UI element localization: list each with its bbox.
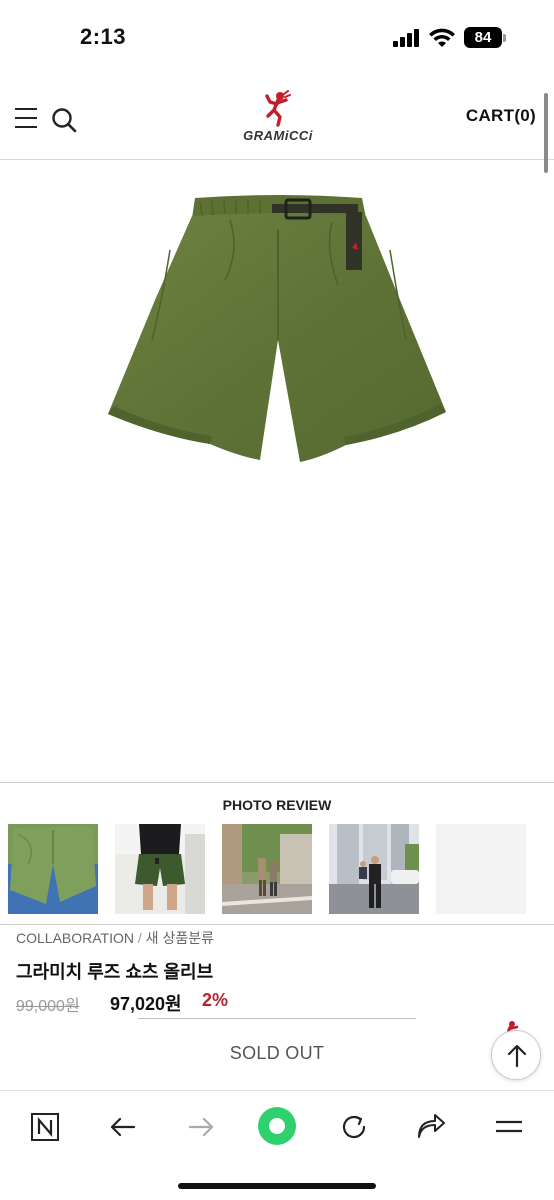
sold-out-status[interactable]: SOLD OUT	[0, 1043, 554, 1064]
original-price: 99,000원	[16, 998, 80, 1015]
scrollbar[interactable]	[544, 93, 548, 173]
product-title: 그라미치 루즈 쇼츠 올리브	[16, 962, 214, 982]
signal-icon	[393, 29, 423, 47]
share-icon[interactable]	[413, 1109, 449, 1145]
forward-arrow-icon[interactable]	[183, 1109, 219, 1145]
logo-wordmark: GRAMiCCi	[243, 128, 313, 143]
person-wearing-shorts-photo[interactable]	[115, 824, 205, 914]
price-row: 99,000원 97,020원 2%	[16, 990, 536, 1015]
shorts-flatlay-photo[interactable]	[8, 824, 98, 914]
street-people-photo[interactable]	[222, 824, 312, 914]
status-bar: 2:13 84	[0, 0, 554, 76]
battery-tip	[503, 34, 506, 42]
status-time: 2:13	[80, 24, 127, 49]
menu-icon[interactable]	[491, 1109, 527, 1145]
arrow-up-icon	[507, 1044, 527, 1068]
home-indicator[interactable]	[178, 1183, 376, 1189]
green-home-icon[interactable]	[256, 1105, 298, 1147]
scroll-to-top-button[interactable]	[491, 1030, 541, 1080]
gramicci-logo[interactable]: GRAMiCCi	[240, 90, 316, 146]
wifi-icon	[429, 28, 455, 47]
cart-count: (0)	[514, 106, 536, 125]
blank-photo[interactable]	[436, 824, 526, 914]
photo-review-title: PHOTO REVIEW	[222, 797, 332, 813]
back-arrow-icon[interactable]	[105, 1109, 141, 1145]
discount-rate: 2%	[202, 990, 229, 1010]
breadcrumb-category[interactable]: COLLABORATION	[16, 930, 134, 946]
breadcrumb-separator: /	[137, 930, 142, 946]
naver-n-icon[interactable]	[27, 1109, 63, 1145]
refresh-icon[interactable]	[336, 1109, 372, 1145]
cart-label: CART	[465, 106, 515, 125]
olive-shorts-image	[108, 195, 446, 462]
hamburger-menu-icon[interactable]	[15, 108, 37, 128]
sale-price: 97,020원	[110, 994, 182, 1014]
site-header: GRAMiCCi CART(0)	[0, 76, 554, 160]
apartment-street-photo[interactable]	[329, 824, 419, 914]
cart-link[interactable]: CART(0)	[466, 106, 536, 126]
breadcrumb-subcategory[interactable]: 새 상품분류	[146, 930, 214, 946]
battery-icon: 84	[464, 27, 502, 48]
photo-review-section: PHOTO REVIEW	[0, 782, 554, 925]
breadcrumb: COLLABORATION / 새 상품분류	[16, 928, 214, 948]
search-icon[interactable]	[51, 107, 77, 133]
running-man-logo-icon	[265, 90, 291, 127]
divider	[138, 1018, 416, 1019]
